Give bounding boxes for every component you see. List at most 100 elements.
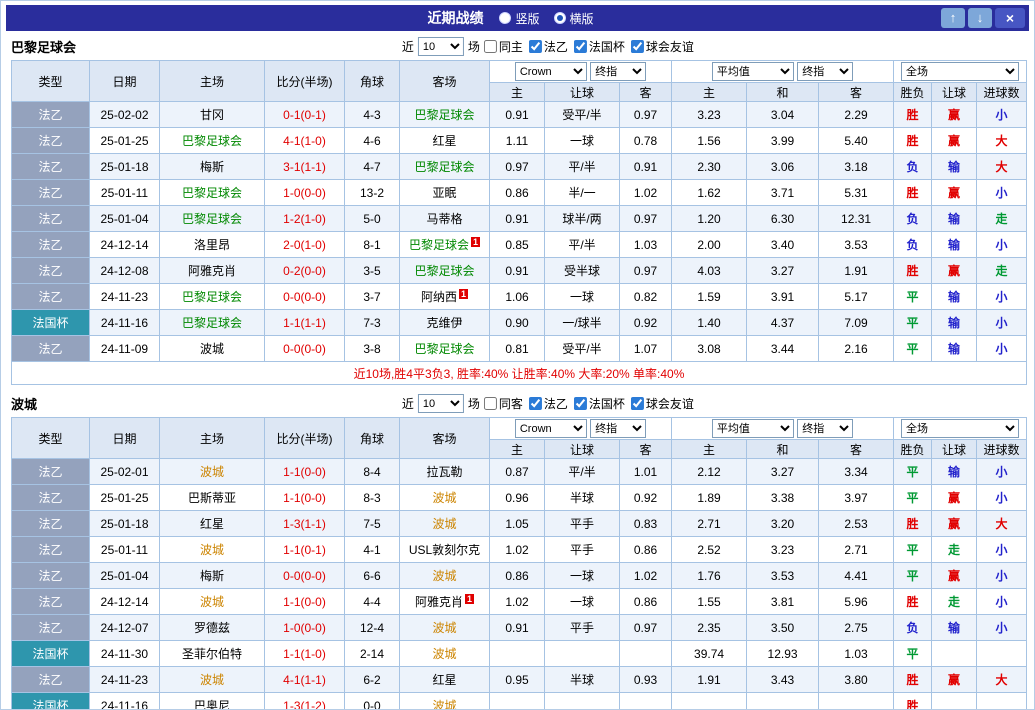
score-cell: 1-0(0-0): [265, 180, 345, 206]
team-name: 波城: [432, 517, 456, 531]
odds-away-cell: 1.01: [620, 459, 672, 485]
avg-away-cell: 2.29: [819, 102, 894, 128]
date-cell: 24-11-16: [90, 693, 160, 710]
avg-away-cell: 5.40: [819, 128, 894, 154]
away-team-cell: 波城: [400, 563, 490, 589]
close-button[interactable]: ×: [995, 8, 1025, 28]
friendly-checkbox[interactable]: [631, 40, 644, 53]
recent-matches-table-team2: 类型 日期 主场 比分(半场) 角球 客场 Crown 终指 平均值 终指: [11, 417, 1027, 710]
match-row: 法乙24-12-07罗德兹1-0(0-0)12-4波城0.91平手0.972.3…: [12, 615, 1027, 641]
result-goals-cell: 小: [977, 232, 1027, 258]
team-name: 阿纳西: [421, 290, 457, 304]
filter-coupe-de-france[interactable]: 法国杯: [574, 395, 625, 412]
avg-draw-cell: 3.50: [747, 615, 819, 641]
fulltime-select[interactable]: 全场: [901, 419, 1019, 438]
subcol-result-handicap: 让球: [932, 83, 977, 102]
ligue2-checkbox[interactable]: [529, 40, 542, 53]
average-odds-select[interactable]: 平均值: [712, 419, 794, 438]
away-team-cell: 克维伊: [400, 310, 490, 336]
filter-label: 同主: [499, 38, 523, 55]
filter-ligue2[interactable]: 法乙: [529, 38, 568, 55]
layout-radio-vertical[interactable]: 竖版: [499, 10, 539, 27]
team-name: 巴奥尼: [194, 699, 230, 710]
result-goals-cell: 大: [977, 511, 1027, 537]
handicap-line-cell: 半/一: [545, 180, 620, 206]
score-cell: 0-0(0-0): [265, 563, 345, 589]
league-cell: 法乙: [12, 336, 90, 362]
handicap-line-cell: 平/半: [545, 232, 620, 258]
closing-odds-select[interactable]: 终指: [590, 62, 646, 81]
handicap-line-cell: 平/半: [545, 154, 620, 180]
filter-club-friendly[interactable]: 球会友谊: [631, 38, 694, 55]
away-team-cell: 波城: [400, 511, 490, 537]
match-row: 法乙25-01-25巴斯蒂亚1-1(0-0)8-3波城0.96半球0.921.8…: [12, 485, 1027, 511]
filter-coupe-de-france[interactable]: 法国杯: [574, 38, 625, 55]
bookmaker-select[interactable]: Crown: [515, 62, 587, 81]
coupe-checkbox[interactable]: [574, 397, 587, 410]
filter-ligue2[interactable]: 法乙: [529, 395, 568, 412]
layout-radio-horizontal[interactable]: 横版: [554, 10, 594, 27]
fulltime-select[interactable]: 全场: [901, 62, 1019, 81]
match-row: 法乙25-02-02甘冈0-1(0-1)4-3巴黎足球会0.91受平/半0.97…: [12, 102, 1027, 128]
team-name: USL敦刻尔克: [409, 543, 480, 557]
scroll-down-button[interactable]: ↓: [968, 8, 992, 28]
corners-cell: 2-14: [345, 641, 400, 667]
home-team-cell: 巴斯蒂亚: [160, 485, 265, 511]
same-away-checkbox[interactable]: [484, 397, 497, 410]
away-team-cell: 阿雅克肖1: [400, 589, 490, 615]
match-count-select[interactable]: 10: [418, 37, 464, 56]
odds-away-cell: 0.92: [620, 485, 672, 511]
coupe-checkbox[interactable]: [574, 40, 587, 53]
odds-away-cell: 0.92: [620, 310, 672, 336]
scroll-up-button[interactable]: ↑: [941, 8, 965, 28]
odds-home-cell: 0.91: [490, 206, 545, 232]
avg-away-cell: 5.17: [819, 284, 894, 310]
handicap-line-cell: 半球: [545, 667, 620, 693]
corners-cell: 3-5: [345, 258, 400, 284]
team-name: 洛里昂: [194, 238, 230, 252]
games-label: 场: [468, 38, 480, 55]
corners-cell: 5-0: [345, 206, 400, 232]
avg-away-cell: [819, 693, 894, 710]
result-handicap-cell: 输: [932, 284, 977, 310]
closing-odds-select[interactable]: 终指: [797, 62, 853, 81]
filter-club-friendly[interactable]: 球会友谊: [631, 395, 694, 412]
result-goals-cell: 小: [977, 537, 1027, 563]
avg-draw-cell: 3.38: [747, 485, 819, 511]
content-area: 巴黎足球会 近 10 场 同主 法乙 法国杯: [1, 33, 1034, 710]
closing-odds-select[interactable]: 终指: [590, 419, 646, 438]
result-goals-cell: 大: [977, 128, 1027, 154]
ligue2-checkbox[interactable]: [529, 397, 542, 410]
red-card-badge: 1: [459, 289, 468, 299]
average-odds-select[interactable]: 平均值: [712, 62, 794, 81]
same-home-checkbox[interactable]: [484, 40, 497, 53]
corners-cell: 4-7: [345, 154, 400, 180]
friendly-checkbox[interactable]: [631, 397, 644, 410]
avg-draw-cell: 3.04: [747, 102, 819, 128]
odds-home-cell: 1.02: [490, 537, 545, 563]
team-name: 亚眠: [432, 186, 456, 200]
team-name: 波城: [432, 647, 456, 661]
radio-icon[interactable]: [554, 12, 566, 24]
bookmaker-select[interactable]: Crown: [515, 419, 587, 438]
avg-home-cell: 1.56: [672, 128, 747, 154]
closing-odds-select[interactable]: 终指: [797, 419, 853, 438]
corners-cell: 4-6: [345, 128, 400, 154]
score-cell: 1-1(0-1): [265, 537, 345, 563]
date-cell: 24-12-14: [90, 589, 160, 615]
handicap-line-cell: 一/球半: [545, 310, 620, 336]
result-wdl-cell: 胜: [894, 589, 932, 615]
filter-same-away[interactable]: 同客: [484, 395, 523, 412]
filter-same-home[interactable]: 同主: [484, 38, 523, 55]
subcol-result-wdl: 胜负: [894, 440, 932, 459]
result-wdl-cell: 负: [894, 154, 932, 180]
team-name: 波城: [200, 543, 224, 557]
near-label: 近: [402, 38, 414, 55]
team-name: 红星: [432, 673, 456, 687]
subcol-avg-home: 主: [672, 83, 747, 102]
avg-home-cell: 1.55: [672, 589, 747, 615]
radio-icon[interactable]: [499, 12, 511, 24]
average-odds-header: 平均值 终指: [672, 418, 894, 440]
match-count-select[interactable]: 10: [418, 394, 464, 413]
score-cell: 0-1(0-1): [265, 102, 345, 128]
